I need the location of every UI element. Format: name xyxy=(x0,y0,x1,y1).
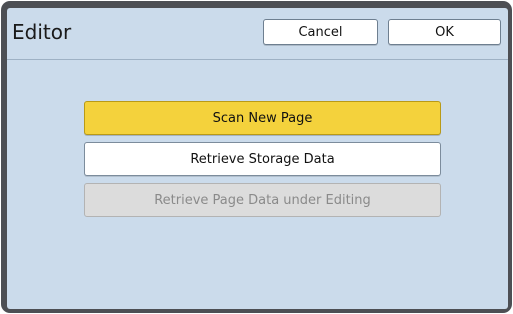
retrieve-storage-data-button[interactable]: Retrieve Storage Data xyxy=(84,142,441,176)
retrieve-page-data-under-editing-button: Retrieve Page Data under Editing xyxy=(84,183,441,217)
scan-new-page-button[interactable]: Scan New Page xyxy=(84,101,441,135)
dialog-title: Editor xyxy=(12,20,72,44)
cancel-button[interactable]: Cancel xyxy=(263,19,378,45)
ok-button[interactable]: OK xyxy=(388,19,501,45)
dialog-frame: Editor Cancel OK Scan New Page Retrieve … xyxy=(1,1,512,313)
dialog-header: Editor Cancel OK xyxy=(7,8,508,60)
editor-dialog: Editor Cancel OK Scan New Page Retrieve … xyxy=(7,8,508,309)
